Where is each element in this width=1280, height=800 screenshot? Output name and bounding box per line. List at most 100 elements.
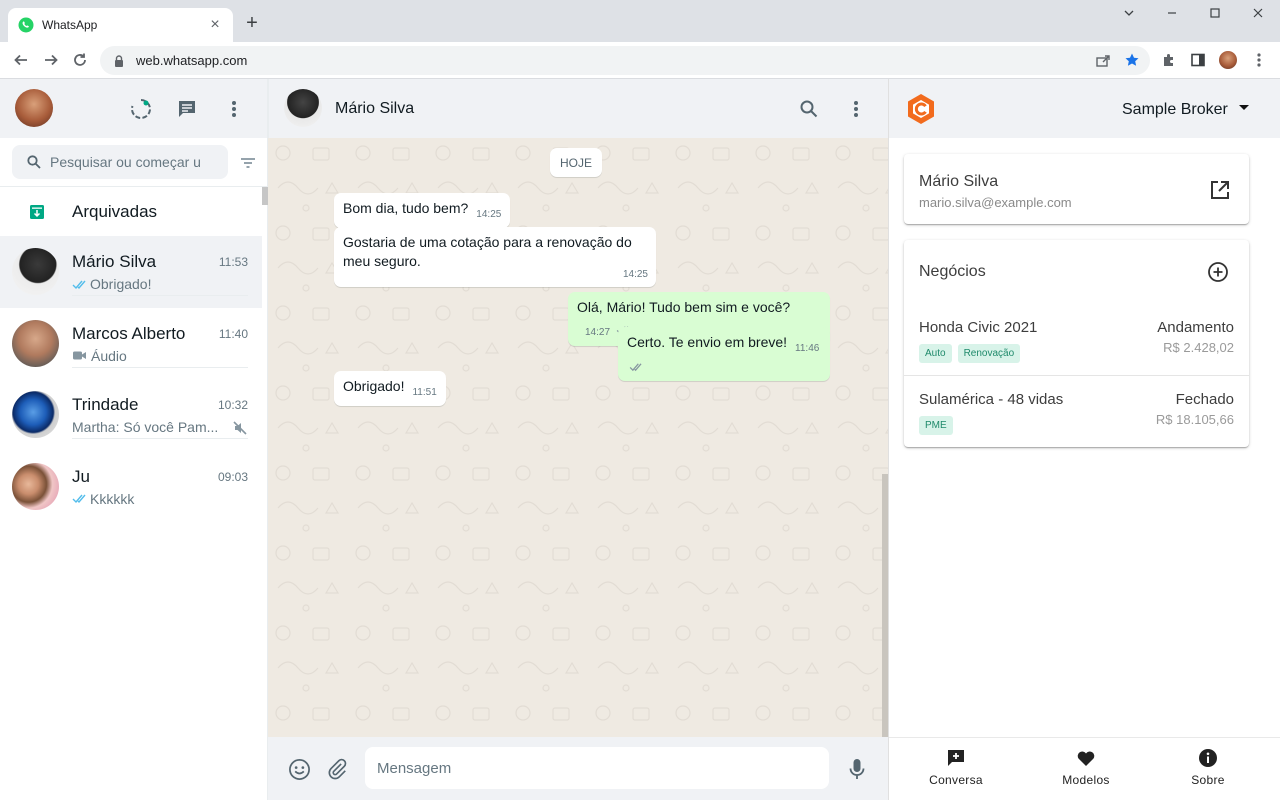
muted-icon	[233, 421, 247, 435]
chat-row-marcos-alberto[interactable]: Marcos Alberto 11:40 Áudio	[0, 308, 262, 380]
broker-dropdown-caret-icon[interactable]	[1239, 105, 1249, 110]
avatar	[12, 248, 59, 296]
crm-header: Sample Broker	[889, 79, 1280, 138]
my-avatar[interactable]	[15, 89, 53, 127]
bookmark-star-icon[interactable]	[1123, 51, 1141, 69]
attach-clip-icon[interactable]	[325, 757, 349, 781]
microphone-icon[interactable]	[845, 757, 869, 781]
message-text: Obrigado!	[343, 378, 405, 394]
chat-name: Trindade	[72, 395, 139, 414]
message-incoming[interactable]: Obrigado! 11:51	[334, 371, 446, 406]
message-time: 14:25	[476, 209, 502, 220]
message-incoming[interactable]: Bom dia, tudo bem? 14:25	[334, 193, 511, 228]
chat-plus-icon	[948, 750, 964, 766]
side-panel-icon[interactable]	[1189, 51, 1207, 69]
message-area[interactable]: HOJE Bom dia, tudo bem? 14:25 Gostaria de…	[268, 138, 888, 737]
message-text: Gostaria de uma cotação para a renovação…	[343, 234, 632, 269]
heart-icon	[1077, 751, 1095, 766]
new-chat-icon[interactable]	[175, 97, 199, 121]
address-bar[interactable]: web.whatsapp.com	[100, 46, 1150, 75]
deals-card: Negócios Honda Civic 2021 Andamento R$ 2…	[904, 240, 1249, 447]
avatar	[12, 462, 59, 510]
message-outgoing[interactable]: Certo. Te envio em breve! 11:46	[618, 327, 830, 381]
avatar	[12, 319, 59, 367]
nav-modelos[interactable]: Modelos	[1041, 748, 1131, 789]
filter-icon[interactable]	[238, 153, 258, 173]
menu-dots-icon[interactable]	[844, 97, 868, 121]
deal-tag: PME	[919, 416, 953, 435]
search-input[interactable]	[50, 154, 200, 170]
forward-arrow-icon[interactable]	[41, 50, 61, 70]
open-external-icon[interactable]	[1209, 179, 1231, 201]
deal-row[interactable]: Sulamérica - 48 vidas Fechado R$ 18.105,…	[904, 376, 1249, 448]
whatsapp-app: Arquivadas Mário Silva 11:53 Obrigado! M…	[0, 79, 1280, 800]
chat-name: Ju	[72, 466, 90, 486]
chat-row-mario-silva[interactable]: Mário Silva 11:53 Obrigado!	[0, 236, 262, 308]
video-icon	[73, 351, 86, 360]
lock-icon	[115, 54, 123, 67]
maximize-icon[interactable]	[1205, 6, 1225, 22]
message-incoming[interactable]: Gostaria de uma cotação para a renovação…	[334, 227, 656, 287]
search-icon[interactable]	[797, 97, 821, 121]
search-area	[0, 138, 267, 187]
chat-time: 11:40	[218, 326, 248, 341]
status-icon[interactable]	[129, 97, 153, 121]
close-window-icon[interactable]	[1248, 6, 1268, 22]
contact-name[interactable]: Mário Silva	[335, 100, 414, 118]
chat-preview: Martha: Só você Pam...	[72, 419, 219, 435]
menu-dots-icon[interactable]	[222, 97, 246, 121]
message-input[interactable]	[365, 747, 829, 789]
deal-name: Sulamérica - 48 vidas	[919, 391, 1064, 408]
search-box[interactable]	[12, 145, 228, 179]
chat-row-ju[interactable]: Ju 09:03 Kkkkkk	[0, 451, 262, 523]
conversation-header[interactable]: Mário Silva	[268, 79, 888, 138]
browser-tab-whatsapp[interactable]: WhatsApp ×	[8, 8, 233, 42]
nav-conversa[interactable]: Conversa	[911, 748, 1001, 789]
chat-time: 10:32	[217, 398, 248, 412]
minimize-icon[interactable]	[1162, 6, 1182, 22]
back-arrow-icon[interactable]	[11, 50, 31, 70]
chat-preview: Obrigado!	[90, 276, 152, 292]
broker-selector-label[interactable]: Sample Broker	[1122, 101, 1228, 119]
deal-tag: Renovação	[957, 344, 1021, 363]
message-text: Certo. Te envio em breve!	[627, 334, 788, 350]
chat-list: Mário Silva 11:53 Obrigado! Marcos Alber…	[0, 236, 262, 522]
archived-row[interactable]: Arquivadas	[0, 187, 262, 236]
chat-time: 09:03	[217, 469, 248, 484]
deal-amount: R$ 2.428,02	[1163, 340, 1234, 355]
chevron-down-icon[interactable]	[1119, 6, 1139, 22]
message-time: 14:25	[622, 269, 648, 280]
deal-row[interactable]: Honda Civic 2021 Andamento R$ 2.428,02 A…	[904, 304, 1249, 376]
whatsapp-logo-icon	[18, 17, 34, 33]
share-icon[interactable]	[1094, 51, 1112, 69]
crm-logo	[908, 94, 934, 124]
contact-avatar[interactable]	[284, 89, 322, 127]
extensions-puzzle-icon[interactable]	[1160, 51, 1178, 69]
browser-menu-icon[interactable]	[1250, 51, 1268, 69]
new-tab-icon[interactable]: +	[242, 12, 262, 35]
contact-card: Mário Silva mario.silva@example.com	[904, 154, 1249, 224]
crm-bottom-nav: Conversa Modelos Sobre	[889, 737, 1280, 800]
deal-name: Honda Civic 2021	[919, 319, 1038, 336]
url-text: web.whatsapp.com	[136, 53, 248, 68]
deal-status: Fechado	[1175, 391, 1234, 408]
double-check-icon	[72, 494, 86, 504]
chat-name: Marcos Alberto	[72, 323, 186, 343]
chat-row-trindade[interactable]: Trindade 10:32 Martha: Só você Pam...	[0, 379, 262, 451]
emoji-icon[interactable]	[287, 757, 311, 781]
sidebar-header	[0, 79, 267, 138]
browser-tabbar: WhatsApp × +	[0, 0, 1280, 42]
double-check-icon	[629, 363, 642, 372]
nav-label: Sobre	[1191, 773, 1225, 787]
contact-card-email: mario.silva@example.com	[919, 195, 1072, 210]
reload-icon[interactable]	[70, 50, 90, 70]
tab-close-icon[interactable]: ×	[207, 16, 223, 34]
chat-sidebar: Arquivadas Mário Silva 11:53 Obrigado! M…	[0, 79, 268, 800]
add-deal-icon[interactable]	[1207, 261, 1229, 283]
composer	[268, 737, 888, 800]
profile-avatar[interactable]	[1219, 51, 1237, 69]
date-divider: HOJE	[550, 148, 603, 177]
archived-label: Arquivadas	[72, 201, 158, 221]
nav-label: Conversa	[929, 773, 983, 787]
nav-sobre[interactable]: Sobre	[1163, 748, 1253, 789]
